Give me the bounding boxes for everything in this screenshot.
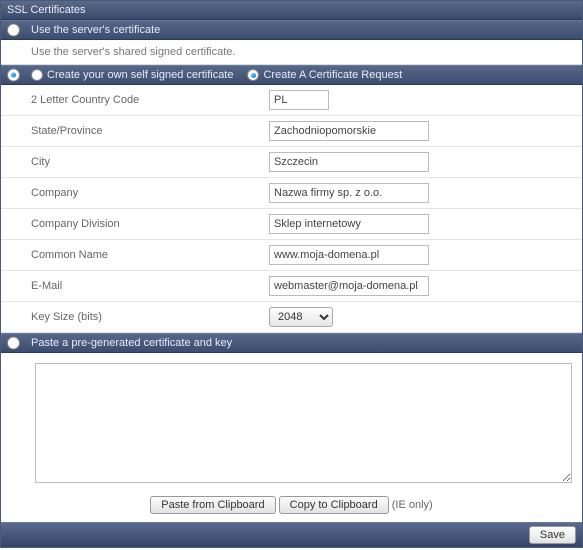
field-email: E-Mail: [1, 271, 582, 302]
field-company: Company: [1, 178, 582, 209]
field-division: Company Division: [1, 209, 582, 240]
option-paste-cert-label: Paste a pre-generated certificate and ke…: [31, 337, 232, 349]
option-use-server-cert[interactable]: Use the server's certificate: [1, 20, 582, 40]
country-input[interactable]: [269, 90, 329, 110]
field-state: State/Province: [1, 116, 582, 147]
city-input[interactable]: [269, 152, 429, 172]
field-label: Common Name: [31, 249, 269, 261]
radio-icon: [7, 337, 20, 350]
radio-icon: [7, 69, 20, 82]
ie-only-note: (IE only): [392, 499, 433, 511]
cert-textarea[interactable]: [35, 363, 572, 483]
panel-title: SSL Certificates: [1, 1, 582, 20]
footer-bar: Save: [1, 522, 582, 547]
paste-from-clipboard-button[interactable]: Paste from Clipboard: [150, 496, 275, 514]
sub-option-self-signed[interactable]: Create your own self signed certificate: [31, 69, 233, 81]
field-common-name: Common Name: [1, 240, 582, 271]
radio-icon: [7, 24, 20, 37]
clipboard-row: Paste from Clipboard Copy to Clipboard (…: [1, 492, 582, 522]
save-button[interactable]: Save: [529, 526, 576, 544]
field-label: 2 Letter Country Code: [31, 94, 269, 106]
paste-area: [1, 353, 582, 492]
field-label: Company Division: [31, 218, 269, 230]
field-label: Company: [31, 187, 269, 199]
division-input[interactable]: [269, 214, 429, 234]
use-server-cert-description: Use the server's shared signed certifica…: [1, 40, 582, 65]
sub-option-self-signed-label: Create your own self signed certificate: [47, 69, 233, 81]
key-size-select[interactable]: 2048: [269, 307, 333, 327]
sub-option-cert-request[interactable]: Create A Certificate Request: [247, 69, 402, 81]
cert-form: 2 Letter Country Code State/Province Cit…: [1, 85, 582, 333]
field-label: State/Province: [31, 125, 269, 137]
sub-option-cert-request-label: Create A Certificate Request: [263, 69, 402, 81]
field-label: E-Mail: [31, 280, 269, 292]
field-label: City: [31, 156, 269, 168]
radio-icon: [31, 69, 43, 81]
option-paste-cert[interactable]: Paste a pre-generated certificate and ke…: [1, 333, 582, 353]
common-name-input[interactable]: [269, 245, 429, 265]
copy-to-clipboard-button[interactable]: Copy to Clipboard: [279, 496, 389, 514]
email-input[interactable]: [269, 276, 429, 296]
field-city: City: [1, 147, 582, 178]
ssl-certificates-panel: SSL Certificates Use the server's certif…: [0, 0, 583, 548]
field-label: Key Size (bits): [31, 311, 269, 323]
company-input[interactable]: [269, 183, 429, 203]
field-key-size: Key Size (bits) 2048: [1, 302, 582, 333]
field-country: 2 Letter Country Code: [1, 85, 582, 116]
option-create-cert[interactable]: Create your own self signed certificate …: [1, 65, 582, 85]
option-use-server-cert-label: Use the server's certificate: [31, 24, 160, 36]
radio-icon: [247, 69, 259, 81]
state-input[interactable]: [269, 121, 429, 141]
